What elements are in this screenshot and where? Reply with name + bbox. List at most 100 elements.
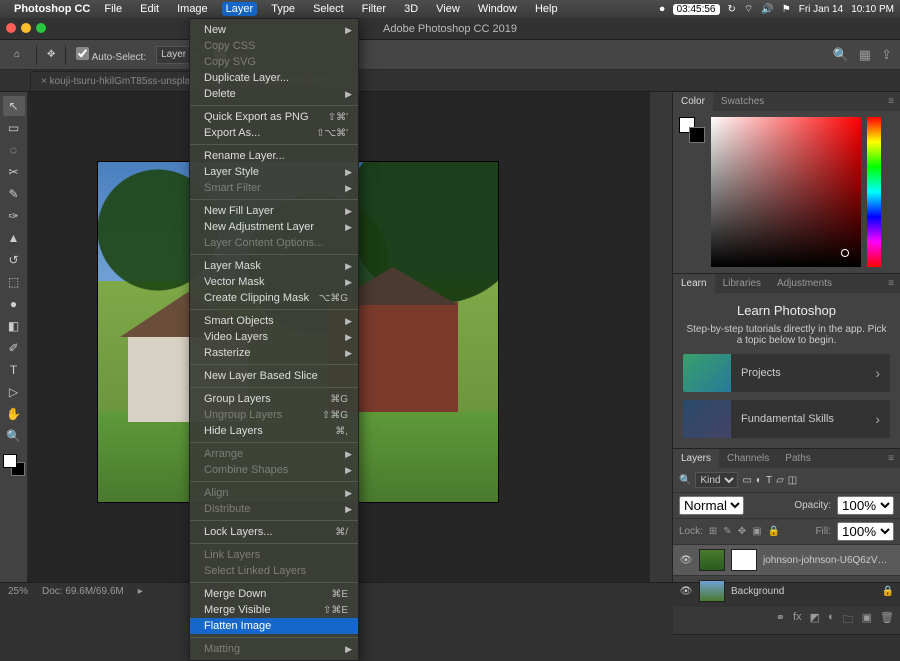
blend-mode-select[interactable]: Normal <box>679 496 744 515</box>
layer-style-icon[interactable]: fx <box>793 611 802 630</box>
menu-item[interactable]: Delete▶ <box>190 86 358 102</box>
lock-artboard-icon[interactable]: ▣ <box>752 526 761 537</box>
tool-button[interactable]: 🔍 <box>3 426 25 446</box>
maximize-window-icon[interactable] <box>36 23 46 33</box>
search-icon[interactable]: 🔍 <box>679 475 691 486</box>
opacity-select[interactable]: 100% <box>837 496 894 515</box>
panel-menu-icon[interactable]: ≡ <box>882 274 900 293</box>
menu-item[interactable]: New Fill Layer▶ <box>190 203 358 219</box>
color-field[interactable] <box>711 117 861 267</box>
home-icon[interactable]: ⌂ <box>8 46 26 64</box>
menu-item[interactable]: Duplicate Layer... <box>190 70 358 86</box>
close-window-icon[interactable] <box>6 23 16 33</box>
tool-button[interactable]: ▷ <box>3 382 25 402</box>
tool-button[interactable]: ✋ <box>3 404 25 424</box>
workspace-icon[interactable]: ▦ <box>859 47 871 63</box>
menu-filter[interactable]: Filter <box>358 2 390 16</box>
tab-paths[interactable]: Paths <box>777 449 819 468</box>
menu-item[interactable]: Layer Mask▶ <box>190 258 358 274</box>
tab-learn[interactable]: Learn <box>673 274 715 293</box>
menubar-time[interactable]: 10:10 PM <box>851 4 894 15</box>
foreground-background-swatch[interactable] <box>679 117 705 143</box>
menu-item[interactable]: Vector Mask▶ <box>190 274 358 290</box>
layer-row[interactable]: 👁 Background 🔒 <box>673 576 900 607</box>
adjustment-layer-icon[interactable]: ◐ <box>828 611 835 630</box>
panel-menu-icon[interactable]: ≡ <box>882 449 900 468</box>
learn-item-fundamentals[interactable]: Fundamental Skills › <box>683 400 890 438</box>
volume-icon[interactable]: 🔊 <box>761 4 773 15</box>
tool-button[interactable]: ⬚ <box>3 272 25 292</box>
lock-icon[interactable]: 🔒 <box>768 526 780 537</box>
menu-item[interactable]: New Adjustment Layer▶ <box>190 219 358 235</box>
sync-icon[interactable]: ↻ <box>728 4 736 15</box>
menubar-date[interactable]: Fri Jan 14 <box>799 4 843 15</box>
lock-position-icon[interactable]: ✥ <box>738 526 746 537</box>
flag-icon[interactable]: ⚑ <box>782 4 791 15</box>
menu-item[interactable]: Group Layers⌘G <box>190 391 358 407</box>
menu-item[interactable]: Smart Objects▶ <box>190 313 358 329</box>
tool-button[interactable]: ↖ <box>3 96 25 116</box>
menu-image[interactable]: Image <box>173 2 212 16</box>
menu-item[interactable]: Rename Layer... <box>190 148 358 164</box>
menu-item[interactable]: New▶ <box>190 22 358 38</box>
layer-mask-icon[interactable]: ◩ <box>810 611 820 630</box>
menu-edit[interactable]: Edit <box>136 2 163 16</box>
tab-adjustments[interactable]: Adjustments <box>769 274 840 293</box>
layer-thumbnail[interactable] <box>699 549 725 571</box>
tool-button[interactable]: ◌ <box>3 140 25 160</box>
tab-color[interactable]: Color <box>673 92 713 111</box>
layer-mask-thumbnail[interactable] <box>731 549 757 571</box>
share-icon[interactable]: ⇪ <box>881 47 892 63</box>
tab-libraries[interactable]: Libraries <box>715 274 769 293</box>
panel-menu-icon[interactable]: ≡ <box>882 92 900 111</box>
menu-item[interactable]: Export As...⇧⌥⌘' <box>190 125 358 141</box>
menu-item[interactable]: New Layer Based Slice <box>190 368 358 384</box>
menu-layer[interactable]: Layer <box>222 2 258 16</box>
menu-3d[interactable]: 3D <box>400 2 422 16</box>
menu-item[interactable]: Flatten Image <box>190 618 358 634</box>
tool-button[interactable]: ✂ <box>3 162 25 182</box>
menu-item[interactable]: Lock Layers...⌘/ <box>190 524 358 540</box>
menu-view[interactable]: View <box>432 2 464 16</box>
new-layer-icon[interactable]: ▣ <box>862 611 872 630</box>
menu-window[interactable]: Window <box>474 2 521 16</box>
delete-layer-icon[interactable]: 🗑 <box>880 611 894 630</box>
tool-button[interactable]: ▭ <box>3 118 25 138</box>
tool-button[interactable]: ✑ <box>3 206 25 226</box>
learn-item-projects[interactable]: Projects › <box>683 354 890 392</box>
minimize-window-icon[interactable] <box>21 23 31 33</box>
app-name[interactable]: Photoshop CC <box>14 3 90 15</box>
menu-type[interactable]: Type <box>267 2 299 16</box>
doc-size[interactable]: Doc: 69.6M/69.6M <box>42 586 124 597</box>
tool-button[interactable]: T <box>3 360 25 380</box>
layer-filter-kind[interactable]: Kind <box>695 472 738 488</box>
menu-file[interactable]: File <box>100 2 126 16</box>
record-icon[interactable]: ⏺ <box>660 4 665 15</box>
menu-item[interactable]: Hide Layers⌘, <box>190 423 358 439</box>
tool-button[interactable]: ◧ <box>3 316 25 336</box>
layer-name[interactable]: johnson-johnson-U6Q6zVDgmSs-unsplash <box>763 555 894 566</box>
group-icon[interactable]: 🗀 <box>843 611 854 630</box>
hue-slider[interactable] <box>867 117 881 267</box>
search-icon[interactable]: 🔍 <box>833 47 849 63</box>
tool-button[interactable]: ● <box>3 294 25 314</box>
auto-select-checkbox[interactable]: Auto-Select: <box>76 47 146 63</box>
lock-pixels-icon[interactable]: ✎ <box>723 526 731 537</box>
filter-type-icon[interactable]: T <box>766 475 772 486</box>
menu-item[interactable]: Rasterize▶ <box>190 345 358 361</box>
fill-select[interactable]: 100% <box>837 522 894 541</box>
link-layers-icon[interactable]: ⚭ <box>776 611 785 630</box>
zoom-level[interactable]: 25% <box>8 586 28 597</box>
collapsed-panel-dock[interactable] <box>650 92 672 582</box>
menu-item[interactable]: Layer Style▶ <box>190 164 358 180</box>
filter-pixel-icon[interactable]: ▭ <box>742 475 751 486</box>
menu-item[interactable]: Video Layers▶ <box>190 329 358 345</box>
menu-help[interactable]: Help <box>531 2 562 16</box>
filter-shape-icon[interactable]: ▱ <box>776 475 784 486</box>
color-swatch[interactable] <box>3 454 25 476</box>
layer-row[interactable]: 👁 johnson-johnson-U6Q6zVDgmSs-unsplash <box>673 545 900 576</box>
tool-button[interactable]: ▲ <box>3 228 25 248</box>
lock-all-icon[interactable]: ⊞ <box>709 526 717 537</box>
tool-button[interactable]: ✎ <box>3 184 25 204</box>
visibility-icon[interactable]: 👁 <box>679 586 693 597</box>
